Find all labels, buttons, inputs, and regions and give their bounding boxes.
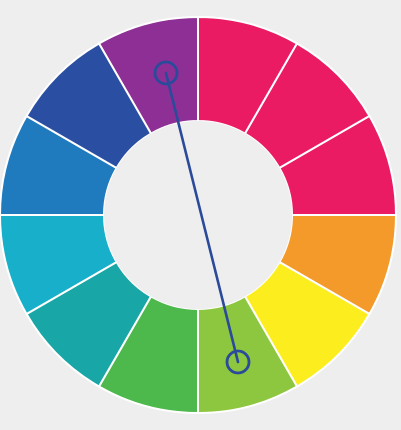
wheel-center-hub (104, 121, 292, 309)
color-wheel-widget (0, 0, 401, 430)
color-wheel (0, 15, 398, 415)
